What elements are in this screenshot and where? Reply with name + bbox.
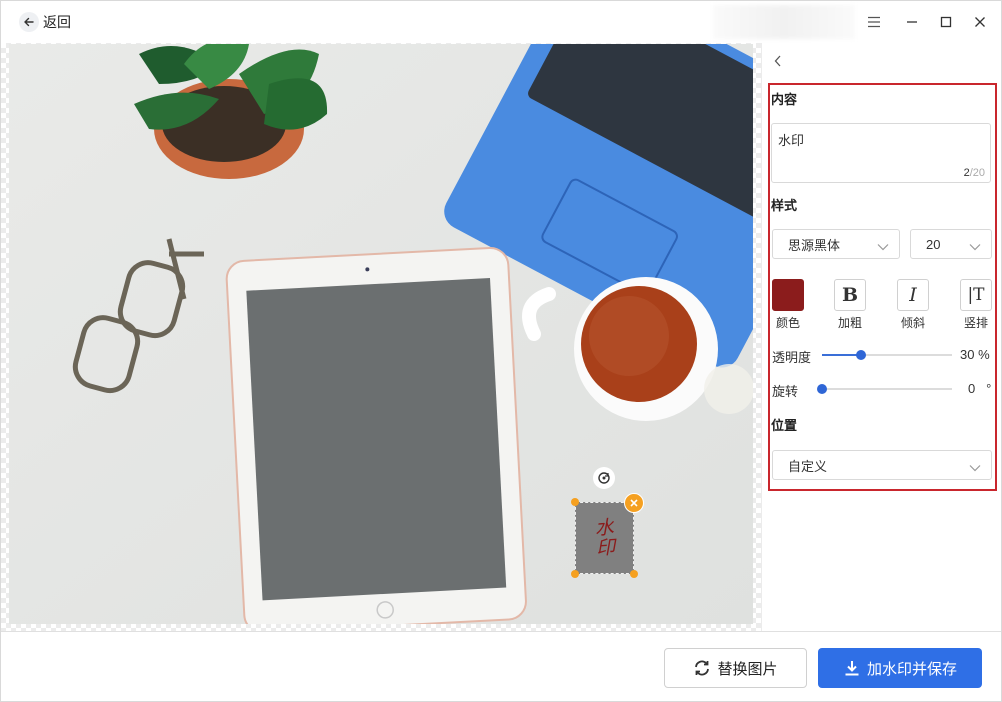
maximize-icon[interactable] [936, 12, 956, 32]
back-button[interactable]: 返回 [19, 11, 71, 33]
style-title: 样式 [771, 198, 798, 213]
bottom-bar: 替换图片 加水印并保存 [1, 631, 1001, 701]
blurred-area [713, 5, 855, 39]
arrow-left-icon [19, 12, 39, 32]
vertical-text-button[interactable]: |T [960, 279, 992, 311]
opacity-label: 透明度 [772, 350, 812, 365]
position-title: 位置 [771, 418, 798, 433]
add-watermark-save-button[interactable]: 加水印并保存 [818, 648, 982, 688]
app-window: 返回 水印 内容 水印 2/20 样式 思源黑体 20 颜色 B 加粗 I 倾斜… [0, 0, 1002, 702]
rotation-unit: ° [986, 381, 992, 396]
color-swatch-button[interactable] [772, 279, 804, 311]
opacity-value: 30 % [960, 347, 990, 362]
italic-icon: I [909, 284, 917, 306]
font-size-value: 20 [926, 236, 941, 252]
watermark-text-input[interactable]: 水印 2/20 [771, 123, 991, 183]
char-count: 2/20 [964, 167, 985, 179]
title-bar: 返回 [1, 1, 1001, 43]
add-watermark-save-label: 加水印并保存 [866, 660, 957, 678]
watermark-text-value: 水印 [778, 133, 805, 148]
font-select-value: 思源黑体 [788, 237, 841, 253]
watermark-delete-icon[interactable] [624, 493, 644, 513]
position-select-value: 自定义 [788, 458, 828, 474]
font-size-select[interactable]: 20 [910, 229, 992, 259]
italic-button[interactable]: I [897, 279, 929, 311]
close-icon[interactable] [970, 12, 990, 32]
resize-handle-top-left[interactable] [571, 498, 579, 506]
char-count-max: /20 [969, 167, 985, 179]
menu-icon[interactable] [864, 12, 884, 32]
bold-button[interactable]: B [834, 279, 866, 311]
color-label: 颜色 [775, 316, 800, 330]
replace-image-button[interactable]: 替换图片 [664, 648, 807, 688]
chevron-down-icon [877, 239, 889, 254]
rotation-slider-track[interactable] [822, 388, 952, 390]
opacity-slider-thumb[interactable] [856, 350, 866, 360]
swap-image-icon [693, 659, 711, 677]
minimize-icon[interactable] [902, 12, 922, 32]
bold-label: 加粗 [837, 316, 862, 330]
chevron-down-icon [969, 460, 981, 475]
resize-handle-bottom-right[interactable] [630, 570, 638, 578]
content-title: 内容 [771, 92, 798, 107]
vertical-text-icon: |T [967, 285, 985, 305]
rotation-label: 旋转 [772, 384, 799, 399]
vertical-text-label: 竖排 [963, 316, 988, 330]
back-label: 返回 [43, 14, 71, 30]
font-select[interactable]: 思源黑体 [772, 229, 900, 259]
desk-photo [9, 44, 753, 624]
position-select[interactable]: 自定义 [772, 450, 992, 480]
italic-label: 倾斜 [900, 316, 925, 330]
download-icon [843, 659, 861, 677]
rotation-value: 0 ° [968, 381, 991, 396]
chevron-left-icon[interactable] [770, 53, 786, 69]
watermark-rotate-handle[interactable] [593, 467, 615, 489]
replace-image-label: 替换图片 [717, 660, 778, 678]
watermark-preview[interactable]: 水印 [575, 502, 634, 574]
rotation-value-number: 0 [968, 381, 976, 396]
chevron-down-icon [969, 239, 981, 254]
opacity-unit: % [978, 347, 990, 362]
opacity-value-number: 30 [960, 347, 975, 362]
bold-icon: B [841, 284, 859, 306]
settings-panel: 内容 水印 2/20 样式 思源黑体 20 颜色 B 加粗 I 倾斜 |T 竖排… [761, 43, 1001, 631]
resize-handle-bottom-left[interactable] [571, 570, 579, 578]
rotation-slider-thumb[interactable] [817, 384, 827, 394]
watermark-preview-text: 水印 [593, 516, 616, 560]
